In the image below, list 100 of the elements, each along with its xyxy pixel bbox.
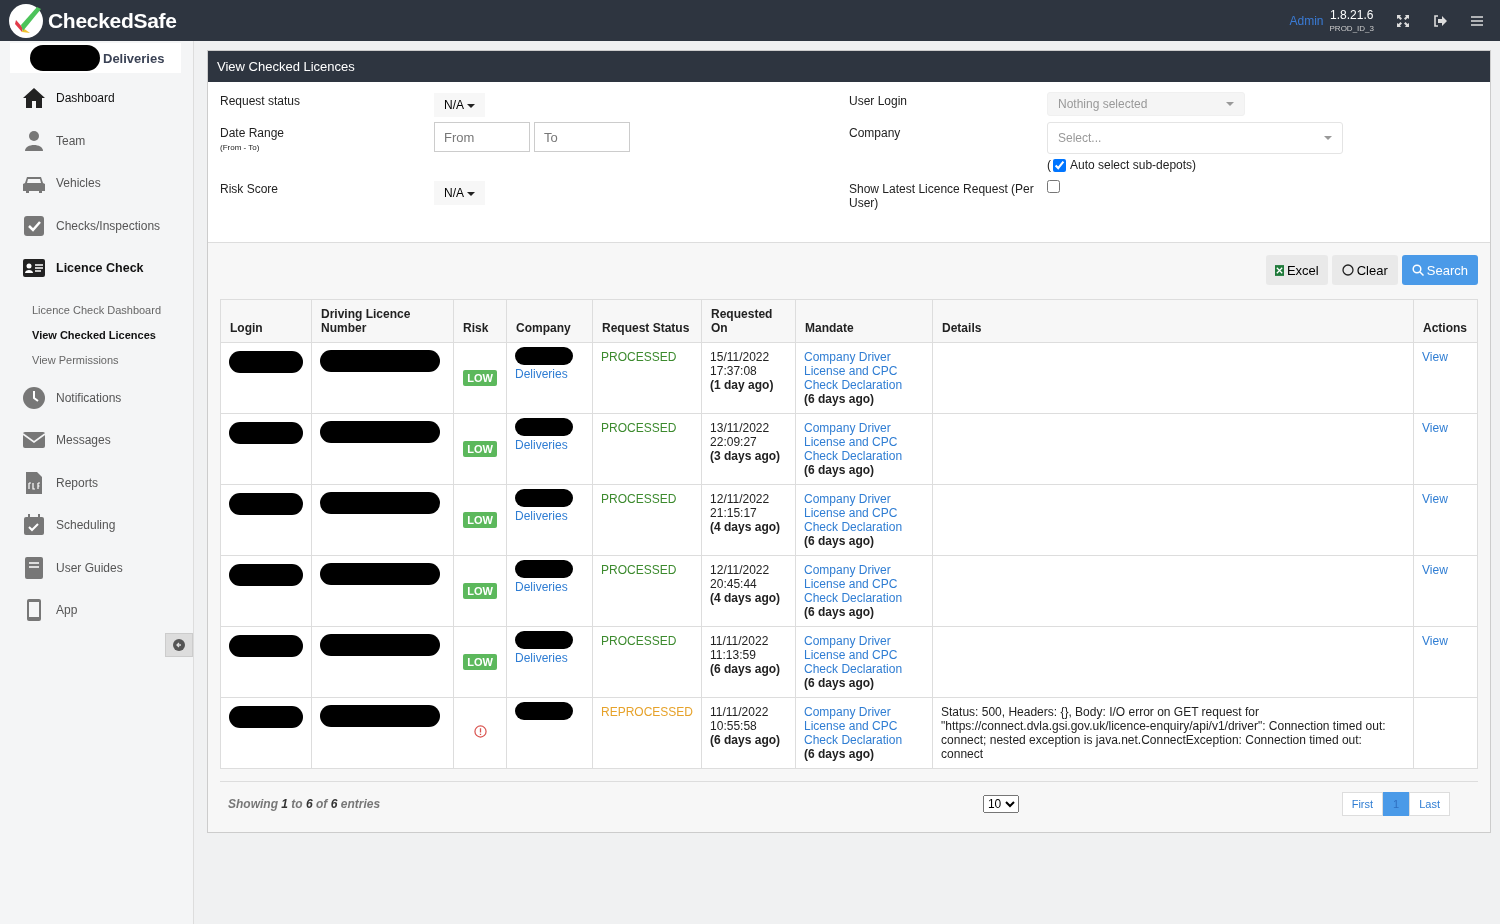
mandate-age: (6 days ago) [804,605,876,619]
mandate-link[interactable]: Company Driver License and CPC Check Declaration [804,492,925,534]
nav-item[interactable]: Scheduling [0,504,193,547]
search-button[interactable]: Search [1401,255,1478,285]
redaction-mark [515,631,573,649]
nav-item[interactable]: Licence Check [0,247,193,290]
mandate-link[interactable]: Company Driver License and CPC Check Declaration [804,705,925,747]
column-header: Mandate [795,299,933,343]
mandate-age: (6 days ago) [804,463,876,477]
company-name: Deliveries [103,50,165,66]
view-link[interactable]: View [1422,350,1448,364]
calendar-icon [22,513,46,538]
view-link[interactable]: View [1422,634,1448,648]
column-header: Driving Licence Number [311,299,454,343]
page-size-select[interactable]: 10 [982,795,1019,813]
book-icon [22,555,46,580]
nav-item[interactable]: Team [0,119,193,162]
nav-item[interactable]: Messages [0,419,193,462]
company-select[interactable]: Select... [1047,122,1343,154]
company-link[interactable]: Deliveries [515,367,584,381]
subnav-item[interactable]: View Checked Licences [0,322,193,348]
view-link[interactable]: View [1422,421,1448,435]
view-link[interactable]: View [1422,492,1448,506]
redaction-mark [515,418,573,436]
risk-dropdown[interactable]: N/A [434,181,485,205]
clear-button[interactable]: Clear [1331,255,1398,285]
company-link[interactable]: Deliveries [515,438,584,452]
menu-icon[interactable] [1471,15,1483,26]
view-link[interactable]: View [1422,563,1448,577]
company-link[interactable]: Deliveries [515,580,584,594]
column-header: Actions [1413,299,1478,343]
request-age: (3 days ago) [710,449,782,463]
show-latest-checkbox[interactable] [1047,180,1060,193]
redaction-mark [30,45,100,71]
nav-item[interactable]: Vehicles [0,162,193,205]
spreadsheet-icon [1274,264,1284,276]
request-time: 20:45:44 [710,577,758,591]
panel-title: View Checked Licences [208,51,1490,82]
nav-item[interactable]: Checks/Inspections [0,204,193,247]
request-time: 22:09:27 [710,435,758,449]
column-header: Company [506,299,593,343]
caret-icon [1226,102,1234,106]
to-date-field[interactable]: To [534,122,630,152]
filter-hint: (From - To) [220,143,261,152]
risk-badge: LOW [463,583,497,599]
user-login-select[interactable]: Nothing selected [1047,92,1245,116]
mandate-link[interactable]: Company Driver License and CPC Check Declaration [804,634,925,676]
error-icon [473,725,487,738]
paren-text: ( [1047,158,1051,172]
status-dropdown[interactable]: N/A [434,93,485,117]
mandate-link[interactable]: Company Driver License and CPC Check Declaration [804,421,925,463]
risk-badge: LOW [463,370,497,386]
mandate-age: (6 days ago) [804,392,876,406]
page-button[interactable]: Last [1409,792,1450,816]
redaction-mark [515,489,573,507]
nav-item[interactable]: Reports [0,461,193,504]
column-header: Requested On [701,299,796,343]
column-header: Login [220,299,312,343]
status-text: PROCESSED [601,634,677,648]
collapse-button[interactable] [165,633,193,657]
filter-label: Risk Score [220,181,279,196]
from-date-field[interactable]: From [434,122,530,152]
filter-label: Show Latest Licence Request (Per User) [849,181,1035,210]
entries-summary: Showing 1 to 6 of 6 entries [228,797,381,811]
mandate-link[interactable]: Company Driver License and CPC Check Declaration [804,563,925,605]
subnav-item[interactable]: View Permissions [0,347,193,373]
check-icon [22,213,46,238]
filter-label: Date Range [220,126,286,140]
logout-icon[interactable] [1433,14,1447,27]
home-icon [22,86,46,111]
search-icon [1411,264,1424,276]
request-age: (4 days ago) [710,591,782,605]
company-link[interactable]: Deliveries [515,651,584,665]
redaction-mark [515,560,573,578]
clock-icon [22,385,46,410]
logo-icon [8,2,44,39]
mandate-link[interactable]: Company Driver License and CPC Check Declaration [804,350,925,392]
nav-item[interactable]: Dashboard [0,77,193,120]
version-label: 1.8.21.6 [1330,8,1374,22]
request-date: 11/11/2022 [710,634,770,648]
request-date: 13/11/2022 [710,421,771,435]
request-time: 11:13:59 [710,648,757,662]
circle-icon [1341,264,1354,276]
request-date: 15/11/2022 [710,350,771,364]
filter-label: Company [849,125,902,140]
subnav-item[interactable]: Licence Check Dashboard [0,297,193,323]
nav-item[interactable]: Notifications [0,376,193,419]
mandate-age: (6 days ago) [804,747,876,761]
page-button[interactable]: First [1341,792,1384,816]
company-link[interactable]: Deliveries [515,509,584,523]
error-details: Status: 500, Headers: {}, Body: I/O error on GET request for "https://connect.dvla.gsi.gov.uk/licence-enquiry/api/v1/driver": Connection timed out: connect; nested exception is java.net.ConnectException: Connection timed out: connect [941,705,1386,761]
excel-button[interactable]: Excel [1265,255,1328,285]
request-age: (6 days ago) [710,733,782,747]
auto-select-checkbox[interactable] [1053,158,1066,172]
request-date: 12/11/2022 [710,492,771,506]
risk-badge: LOW [463,512,497,528]
fullscreen-icon[interactable] [1397,14,1409,27]
nav-item[interactable]: App [0,589,193,632]
nav-item[interactable]: User Guides [0,546,193,589]
caret-icon [466,191,475,196]
